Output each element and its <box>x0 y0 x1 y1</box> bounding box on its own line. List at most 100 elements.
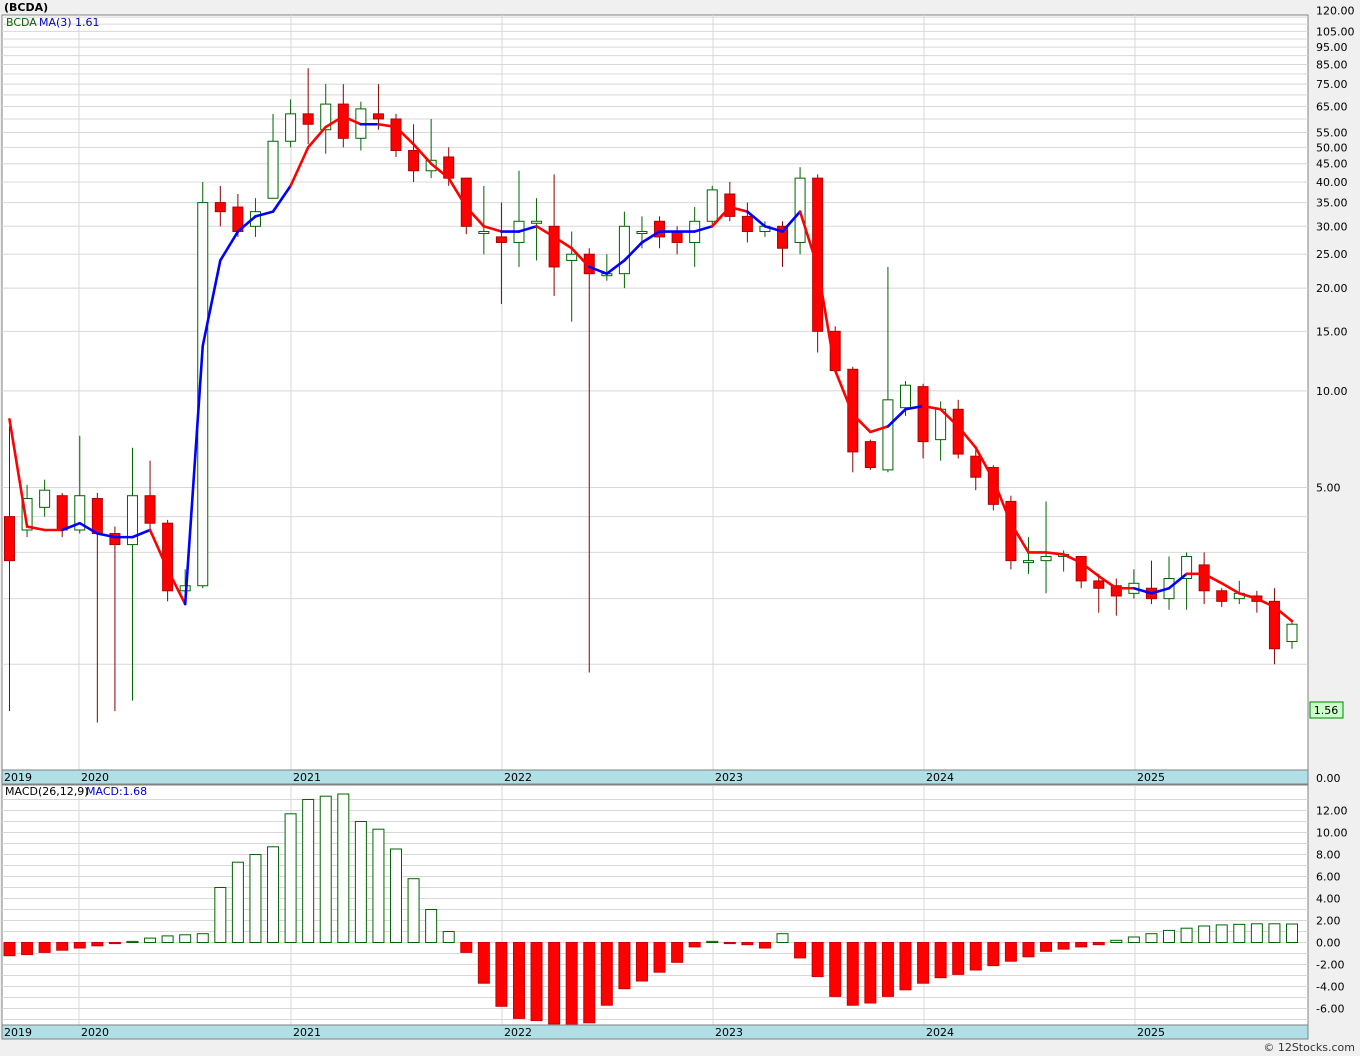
candle-body <box>56 495 68 531</box>
macd-x-tick-label: 2019 <box>4 1026 32 1039</box>
macd-bar <box>1215 924 1228 944</box>
macd-bar <box>126 940 139 944</box>
legend-ma-label: MA(3) <box>39 16 72 29</box>
price-y-tick-label: 30.00 <box>1316 220 1348 233</box>
candle-body <box>267 140 279 199</box>
candle-body <box>548 225 560 268</box>
macd-bar <box>214 887 227 943</box>
macd-bar <box>231 861 244 944</box>
candle-body <box>4 516 15 562</box>
candle-body <box>337 103 349 139</box>
candle-body <box>39 489 51 508</box>
macd-bar <box>407 878 420 944</box>
candle-body <box>372 113 384 120</box>
macd-bar <box>337 793 350 943</box>
price-x-axis-bar <box>1 769 1309 785</box>
price-y-tick-label: 20.00 <box>1316 282 1348 295</box>
macd-bar <box>635 942 648 982</box>
macd-bar <box>1092 942 1105 946</box>
candle-body <box>706 189 718 222</box>
macd-bar <box>829 942 842 997</box>
macd-y-tick-label: 4.00 <box>1316 893 1341 906</box>
macd-y-tick-label: 2.00 <box>1316 915 1341 928</box>
macd-bar <box>600 942 613 1006</box>
legend-symbol: BCDA <box>6 16 37 29</box>
candle-body <box>882 399 894 471</box>
price-y-axis: 120.00 105.00 95.00 85.00 75.00 65.00 55.0050.… <box>1316 4 1355 785</box>
macd-bar <box>390 848 403 943</box>
chart-title: (BCDA) <box>4 1 48 14</box>
macd-bar <box>688 942 701 948</box>
macd-bar <box>161 935 174 944</box>
macd-bar <box>881 942 894 997</box>
macd-bar <box>864 942 877 1004</box>
macd-bar <box>512 942 525 1019</box>
candle-body <box>794 177 806 243</box>
macd-bar <box>1286 923 1298 944</box>
price-y-tick-label: 120.00 <box>1316 4 1355 17</box>
macd-bar <box>495 942 508 1007</box>
macd-bar <box>671 942 684 963</box>
candle-body <box>741 215 753 233</box>
macd-bar <box>302 799 315 943</box>
candle-body <box>390 118 402 151</box>
price-y-tick-label: 35.00 <box>1316 197 1348 210</box>
macd-bar <box>38 942 51 953</box>
macd-bar <box>530 942 543 1022</box>
macd-bar <box>917 942 930 984</box>
chart-canvas: 120.00 105.00 95.00 85.00 75.00 65.00 55.0050.… <box>1 1 1355 1054</box>
macd-bar <box>899 942 912 991</box>
macd-y-tick-label: 8.00 <box>1316 849 1341 862</box>
candle-body <box>970 455 982 478</box>
candle-body <box>636 231 648 235</box>
price-y-tick-label: 85.00 <box>1316 59 1348 72</box>
macd-bar <box>548 942 561 1025</box>
candle-body <box>1198 564 1210 592</box>
candle-body <box>162 522 174 592</box>
macd-x-tick-label: 2024 <box>926 1026 954 1039</box>
macd-y-tick-label: 10.00 <box>1316 827 1348 840</box>
price-y-tick-label: 25.00 <box>1316 248 1348 261</box>
watermark: © 12Stocks.com <box>1263 1041 1355 1054</box>
macd-bar <box>179 934 192 943</box>
macd-title: MACD(26,12,9) <box>5 785 89 798</box>
candle-body <box>618 225 630 275</box>
macd-bar <box>91 942 104 947</box>
candle-body <box>408 149 420 172</box>
candle-body <box>495 236 507 243</box>
candle-body <box>1216 590 1228 602</box>
candle-body <box>724 193 736 217</box>
candle-body <box>531 220 543 224</box>
candle-body <box>1286 623 1298 643</box>
macd-bar <box>1127 936 1140 943</box>
macd-bar <box>1075 942 1088 948</box>
macd-y-tick-label: 12.00 <box>1316 805 1348 818</box>
price-x-tick-label: 2024 <box>926 771 954 784</box>
macd-bar <box>811 942 824 978</box>
candle-body <box>671 231 683 243</box>
candle-body <box>144 495 156 524</box>
candle-body <box>214 202 226 213</box>
macd-y-axis: 12.00 10.00 8.00 6.00 4.00 2.00 0.00 -2.00 -4.00… <box>1316 805 1348 1016</box>
macd-bar <box>1145 933 1158 944</box>
macd-bar <box>442 931 455 943</box>
macd-bar <box>846 942 859 1006</box>
candle-body <box>1022 560 1034 564</box>
candle-body <box>91 498 103 535</box>
macd-bar <box>73 942 86 949</box>
macd-bar <box>653 942 666 973</box>
macd-bar <box>108 942 121 945</box>
price-y-tick-label: 75.00 <box>1316 78 1348 91</box>
price-y-tick-label: 45.00 <box>1316 158 1348 171</box>
candle-body <box>917 386 929 443</box>
macd-bar <box>196 933 209 944</box>
macd-bar <box>56 942 69 951</box>
macd-x-axis-bar <box>1 1024 1309 1040</box>
macd-x-tick-label: 2020 <box>81 1026 109 1039</box>
macd-value-label: MACD:1.68 <box>86 785 147 798</box>
candle-body <box>1093 580 1105 589</box>
last-price-label: 1.56 <box>1314 704 1339 717</box>
macd-x-tick-label: 2022 <box>504 1026 532 1039</box>
macd-bar <box>3 942 16 957</box>
price-y-tick-label: 55.00 <box>1316 127 1348 140</box>
